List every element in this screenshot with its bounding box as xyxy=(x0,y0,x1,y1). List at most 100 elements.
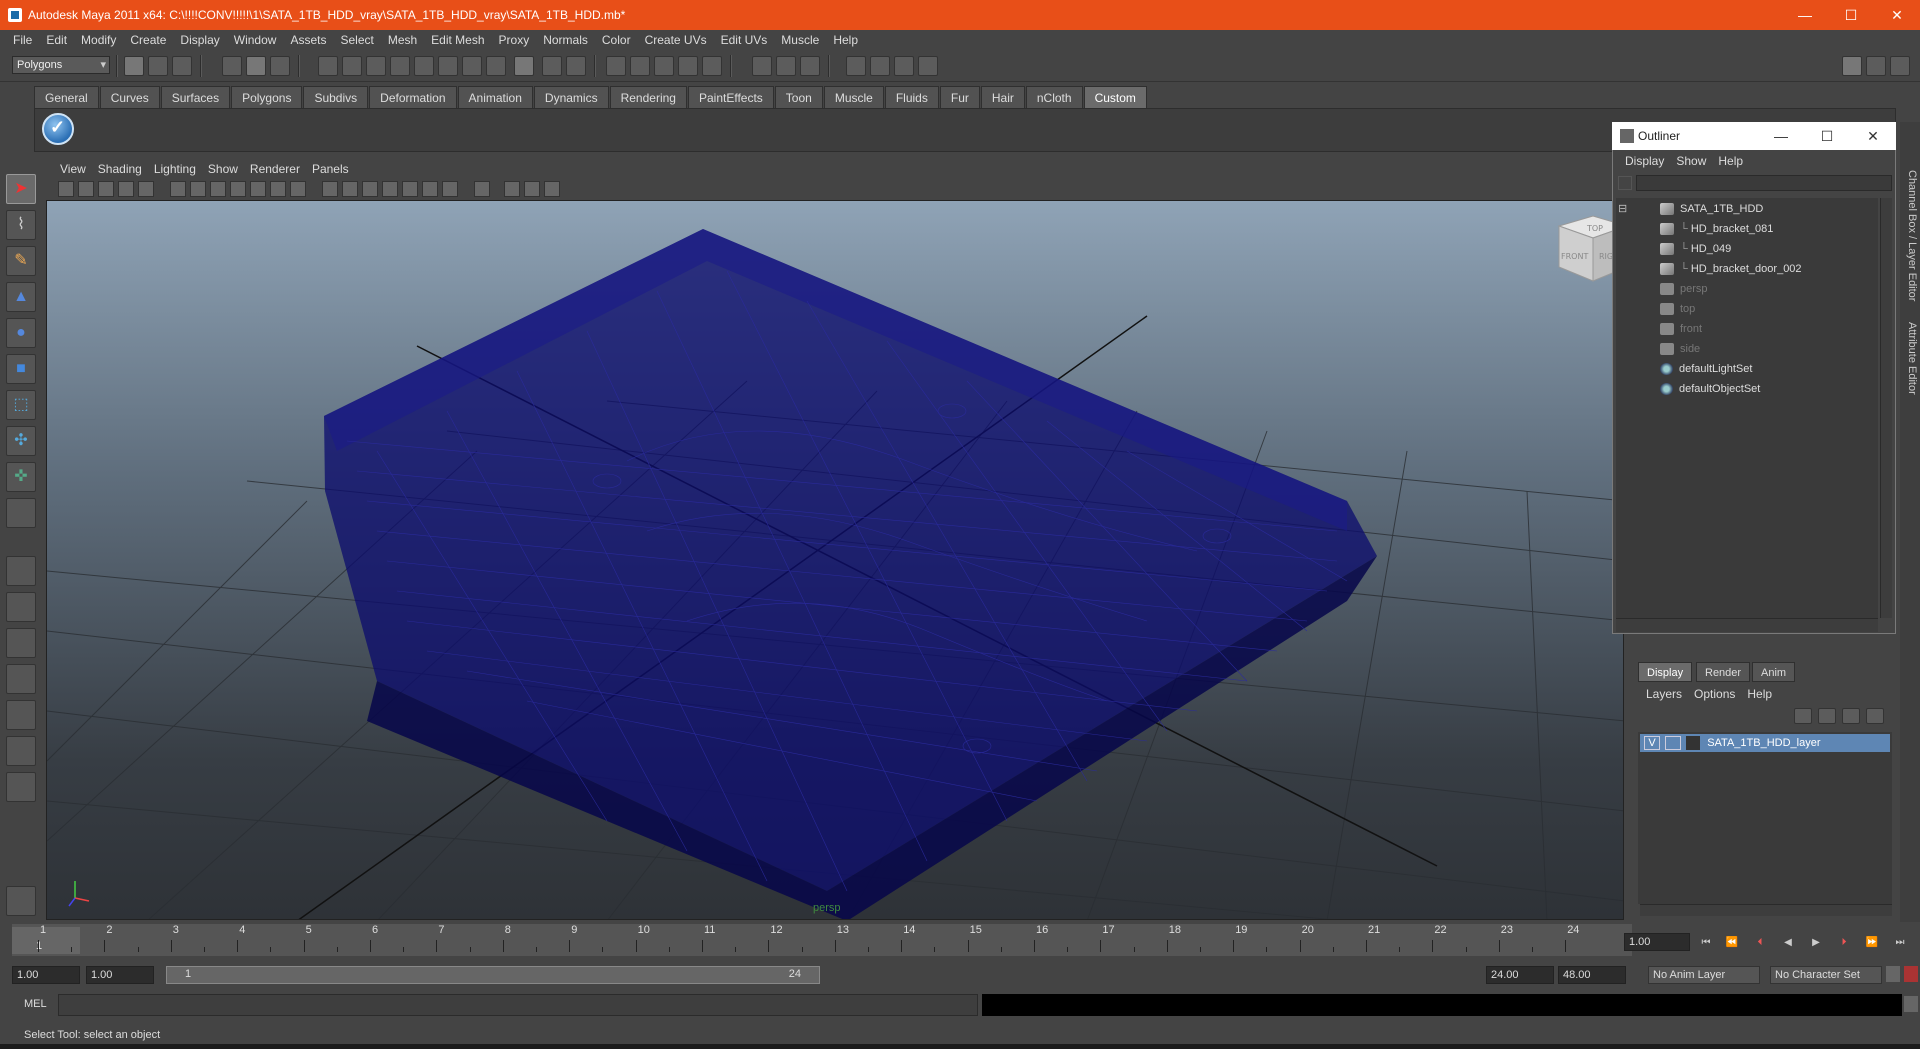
last-tool-used-icon[interactable] xyxy=(6,498,36,528)
auto-key-toggle-icon[interactable] xyxy=(1886,966,1900,982)
textured-icon[interactable] xyxy=(382,181,398,197)
construction-history-icon[interactable] xyxy=(800,56,820,76)
perspective-viewport[interactable]: TOP FRONT RIGHT persp xyxy=(46,200,1624,920)
select-by-hierarchy-icon[interactable] xyxy=(222,56,242,76)
shelf-tab-dynamics[interactable]: Dynamics xyxy=(533,86,609,108)
mask-misc-icon[interactable] xyxy=(486,56,506,76)
mask-deformations-icon[interactable] xyxy=(414,56,434,76)
shelf-tab-toon[interactable]: Toon xyxy=(774,86,823,108)
mask-curves-icon[interactable] xyxy=(366,56,386,76)
layer-tab-anim[interactable]: Anim xyxy=(1752,662,1796,682)
step-back-frame-icon[interactable]: ⏴ xyxy=(1750,936,1770,950)
viewport-menu-panels[interactable]: Panels xyxy=(306,162,355,176)
shelf-tab-polygons[interactable]: Polygons xyxy=(231,86,303,108)
layer-tab-display[interactable]: Display xyxy=(1638,662,1693,682)
shelf-tab-deformation[interactable]: Deformation xyxy=(369,86,457,108)
new-layer-from-selection-icon[interactable] xyxy=(1866,708,1884,724)
gate-mask-icon[interactable] xyxy=(230,181,246,197)
outliner-minimize-button[interactable]: — xyxy=(1758,128,1804,144)
four-view-layout-icon[interactable] xyxy=(6,592,36,622)
animation-start-field[interactable]: 1.00 xyxy=(12,966,80,984)
select-camera-icon[interactable] xyxy=(58,181,74,197)
bookmarks-icon[interactable] xyxy=(98,181,114,197)
menu-display[interactable]: Display xyxy=(173,33,226,47)
layer-menu-layers[interactable]: Layers xyxy=(1640,687,1688,701)
viewport-renderer-icon[interactable] xyxy=(544,181,560,197)
select-by-component-icon[interactable] xyxy=(270,56,290,76)
rotate-tool-icon[interactable]: ● xyxy=(6,318,36,348)
shelf-tab-muscle[interactable]: Muscle xyxy=(823,86,884,108)
single-perspective-layout-icon[interactable] xyxy=(6,556,36,586)
step-forward-key-icon[interactable]: ⏩ xyxy=(1862,936,1882,950)
shelf-tab-rendering[interactable]: Rendering xyxy=(609,86,687,108)
menu-window[interactable]: Window xyxy=(227,33,284,47)
shelf-tab-animation[interactable]: Animation xyxy=(457,86,533,108)
viewport-menu-lighting[interactable]: Lighting xyxy=(148,162,202,176)
render-current-frame-icon[interactable] xyxy=(870,56,890,76)
outliner-maximize-button[interactable]: ☐ xyxy=(1804,128,1850,145)
outliner-item[interactable]: SATA_1TB_HDD xyxy=(1660,200,1763,218)
layout-options-icon[interactable] xyxy=(6,772,36,802)
menu-set-dropdown[interactable]: Polygons xyxy=(12,56,110,74)
render-settings-icon[interactable] xyxy=(918,56,938,76)
snap-point-icon[interactable] xyxy=(654,56,674,76)
new-empty-layer-icon[interactable] xyxy=(1842,708,1860,724)
field-chart-icon[interactable] xyxy=(250,181,266,197)
outliner-menu-help[interactable]: Help xyxy=(1712,154,1749,168)
snap-view-plane-icon[interactable] xyxy=(678,56,698,76)
outliner-item[interactable]: defaultObjectSet xyxy=(1660,380,1760,398)
current-time-field[interactable]: 1.00 xyxy=(1624,933,1690,951)
outliner-menu-display[interactable]: Display xyxy=(1619,154,1670,168)
menu-edit-mesh[interactable]: Edit Mesh xyxy=(424,33,491,47)
layer-visibility-toggle[interactable]: V xyxy=(1644,736,1660,750)
character-set-dropdown[interactable]: No Character Set xyxy=(1770,966,1882,984)
use-all-lights-icon[interactable] xyxy=(422,181,438,197)
shelf-tab-subdivs[interactable]: Subdivs xyxy=(303,86,369,108)
isolate-select-icon[interactable] xyxy=(504,181,520,197)
use-default-light-icon[interactable] xyxy=(402,181,418,197)
ipr-render-icon[interactable] xyxy=(894,56,914,76)
menu-assets[interactable]: Assets xyxy=(283,33,333,47)
menu-select[interactable]: Select xyxy=(333,33,380,47)
lasso-tool-icon[interactable]: ⌇ xyxy=(6,210,36,240)
lock-selection-icon[interactable] xyxy=(542,56,562,76)
layer-row[interactable]: V SATA_1TB_HDD_layer xyxy=(1640,734,1890,752)
outliner-item[interactable]: side xyxy=(1660,340,1700,358)
show-channel-box-icon[interactable] xyxy=(1842,56,1862,76)
wireframe-icon[interactable] xyxy=(322,181,338,197)
menu-edit-uvs[interactable]: Edit UVs xyxy=(714,33,775,47)
go-to-end-icon[interactable]: ⏭ xyxy=(1890,936,1910,950)
outliner-vertical-scrollbar[interactable] xyxy=(1880,198,1892,618)
hypershade-perspective-layout-icon[interactable] xyxy=(6,700,36,730)
help-icon[interactable] xyxy=(514,56,534,76)
shelf-tab-general[interactable]: General xyxy=(34,86,99,108)
viewport-menu-show[interactable]: Show xyxy=(202,162,244,176)
menu-help[interactable]: Help xyxy=(826,33,865,47)
scale-tool-icon[interactable]: ■ xyxy=(6,354,36,384)
snap-grid-icon[interactable] xyxy=(606,56,626,76)
high-quality-icon[interactable] xyxy=(524,181,540,197)
outliner-item[interactable]: top xyxy=(1660,300,1695,318)
outliner-item[interactable]: defaultLightSet xyxy=(1660,360,1752,378)
animation-preferences-icon[interactable] xyxy=(1904,966,1918,982)
range-slider-handle[interactable]: 1 24 xyxy=(166,966,820,984)
render-view-icon[interactable] xyxy=(846,56,866,76)
layer-color-swatch[interactable] xyxy=(1686,736,1701,750)
menu-file[interactable]: File xyxy=(6,33,39,47)
outliner-search-field[interactable] xyxy=(1636,175,1892,191)
outliner-item[interactable]: front xyxy=(1660,320,1702,338)
shelf-tab-fur[interactable]: Fur xyxy=(939,86,980,108)
menu-proxy[interactable]: Proxy xyxy=(492,33,537,47)
viewport-menu-renderer[interactable]: Renderer xyxy=(244,162,306,176)
make-live-icon[interactable] xyxy=(702,56,722,76)
layer-tab-render[interactable]: Render xyxy=(1696,662,1751,682)
animation-end-field[interactable]: 48.00 xyxy=(1558,966,1626,984)
two-d-pan-zoom-icon[interactable] xyxy=(138,181,154,197)
play-forwards-icon[interactable]: ▶ xyxy=(1806,936,1826,950)
attribute-editor-tab[interactable]: Attribute Editor xyxy=(1902,322,1918,395)
shelf-tab-hair[interactable]: Hair xyxy=(980,86,1025,108)
menu-modify[interactable]: Modify xyxy=(74,33,123,47)
play-backwards-icon[interactable]: ◀ xyxy=(1778,936,1798,950)
move-layer-up-icon[interactable] xyxy=(1794,708,1812,724)
shelf-tab-custom[interactable]: Custom xyxy=(1083,86,1147,108)
